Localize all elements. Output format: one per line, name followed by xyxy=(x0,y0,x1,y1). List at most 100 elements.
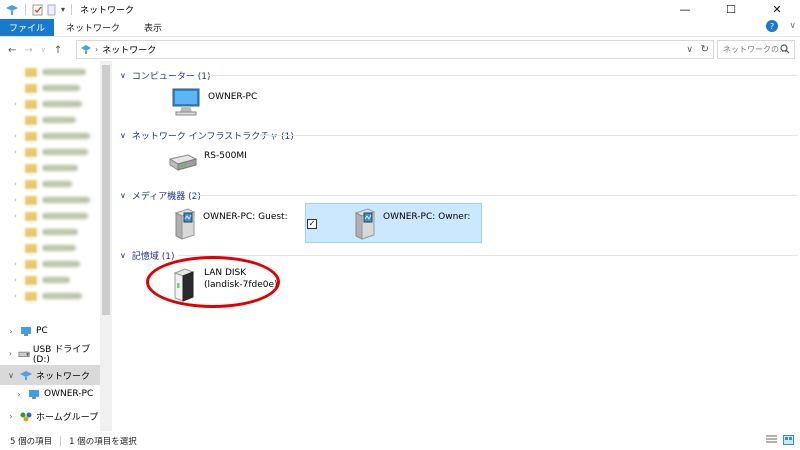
group-divider xyxy=(260,135,798,136)
media-server-icon xyxy=(174,208,196,240)
expand-icon[interactable]: › xyxy=(14,390,24,399)
item-label: OWNER-PC: Guest: xyxy=(203,212,288,222)
toolbar-divider xyxy=(71,4,73,15)
tree-item-owner-pc[interactable]: › OWNER-PC xyxy=(0,384,100,404)
item-router-rs-500mi[interactable]: RS-500MI xyxy=(166,147,247,175)
tab-view[interactable]: 表示 xyxy=(132,19,174,36)
forward-icon[interactable]: → xyxy=(24,45,32,56)
expand-icon[interactable]: › xyxy=(6,412,16,421)
item-label: OWNER-PC xyxy=(208,92,258,102)
blurred-folder-item[interactable]: › xyxy=(14,179,72,189)
group-header-media-devices[interactable]: ∨ メディア機器 (2) xyxy=(120,189,798,202)
ribbon-tabs: ファイル ネットワーク 表示 ? ∨ xyxy=(0,19,800,37)
search-icon[interactable] xyxy=(780,44,790,54)
tree-label: OWNER-PC xyxy=(44,389,94,399)
group-divider xyxy=(178,255,798,256)
breadcrumb-separator-icon[interactable]: › xyxy=(95,45,98,54)
router-icon xyxy=(168,154,198,171)
tree-label: ネットワーク xyxy=(36,371,91,382)
toolbar-divider xyxy=(25,4,26,15)
item-media-owner-pc-guest[interactable]: OWNER-PC: Guest: xyxy=(170,207,288,241)
blurred-folder-item[interactable] xyxy=(14,67,86,77)
back-icon[interactable]: ← xyxy=(8,45,16,56)
collapse-icon[interactable]: ∨ xyxy=(120,131,126,140)
blurred-folder-item[interactable]: › xyxy=(14,259,80,269)
group-label: メディア機器 (2) xyxy=(131,192,201,202)
item-label: OWNER-PC: Owner: xyxy=(383,212,471,222)
item-label: RS-500MI xyxy=(204,151,247,161)
details-view-icon[interactable] xyxy=(766,435,777,445)
collapse-icon[interactable]: ∨ xyxy=(120,191,126,200)
tree-item-network[interactable]: ∨ ネットワーク xyxy=(0,365,100,385)
selected-count: 1 個の項目を選択 xyxy=(69,436,137,447)
group-divider xyxy=(192,195,798,196)
item-media-owner-pc-owner-content[interactable]: OWNER-PC: Owner: xyxy=(350,207,470,241)
close-button[interactable]: ✕ xyxy=(754,0,800,19)
window-controls: — ☐ ✕ xyxy=(662,0,800,19)
quick-access-toolbar: ▾ xyxy=(0,4,74,16)
homegroup-icon xyxy=(20,412,32,421)
collapse-icon[interactable]: ∨ xyxy=(6,371,16,380)
refresh-icon[interactable]: ↻ xyxy=(701,44,709,55)
address-bar[interactable]: › ネットワーク ∨ ↻ xyxy=(76,40,714,59)
tree-item-homegroup[interactable]: › ホームグループ xyxy=(0,406,100,426)
tab-file[interactable]: ファイル xyxy=(0,19,55,36)
navigation-scrollbar-thumb[interactable] xyxy=(102,65,110,315)
computer-icon xyxy=(172,88,200,116)
blurred-folder-item[interactable]: › xyxy=(14,147,88,157)
tree-label: PC xyxy=(36,326,48,336)
usb-drive-icon xyxy=(18,351,30,357)
blurred-folder-item[interactable]: › xyxy=(14,195,90,205)
new-folder-icon[interactable] xyxy=(47,4,57,16)
collapse-icon[interactable]: ∨ xyxy=(120,251,126,260)
help-icon[interactable]: ? xyxy=(766,20,778,32)
pc-icon xyxy=(21,326,31,336)
computer-icon xyxy=(29,389,39,399)
properties-icon[interactable] xyxy=(32,4,43,16)
network-app-icon xyxy=(6,4,18,15)
quick-access-dropdown-icon[interactable]: ▾ xyxy=(61,5,65,14)
maximize-button[interactable]: ☐ xyxy=(708,0,754,19)
status-divider xyxy=(60,435,62,446)
address-dropdown-icon[interactable]: ∨ xyxy=(686,45,693,55)
blurred-folder-item[interactable] xyxy=(14,227,78,237)
blurred-folder-item[interactable]: › xyxy=(14,291,82,301)
tab-network[interactable]: ネットワーク xyxy=(54,19,132,36)
search-input[interactable]: ネットワークの... xyxy=(717,40,795,59)
minimize-button[interactable]: — xyxy=(662,0,708,19)
item-owner-pc[interactable]: OWNER-PC xyxy=(170,87,257,117)
blurred-folder-item[interactable]: › xyxy=(14,99,82,109)
blurred-folder-item[interactable] xyxy=(14,115,76,125)
group-label: 記憶域 (1) xyxy=(131,252,175,262)
ribbon-expand-icon[interactable]: ∨ xyxy=(789,21,796,31)
view-switcher xyxy=(766,435,794,445)
content-pane: ∨ コンピューター (1) OWNER-PC ∨ ネットワーク インフラストラク… xyxy=(112,61,800,431)
nav-buttons: ← → ∨ ↑ xyxy=(0,45,76,56)
item-select-checkbox[interactable]: ✓ xyxy=(307,219,317,229)
group-header-storage[interactable]: ∨ 記憶域 (1) xyxy=(120,249,798,262)
recent-dropdown-icon[interactable]: ∨ xyxy=(41,46,46,54)
blurred-folder-item[interactable]: › xyxy=(14,131,90,141)
tree-label: ホームグループ xyxy=(36,412,99,423)
title-bar: ▾ ネットワーク — ☐ ✕ xyxy=(0,0,800,19)
group-header-network-infrastructure[interactable]: ∨ ネットワーク インフラストラクチャ (1) xyxy=(120,129,798,142)
expand-icon[interactable]: › xyxy=(6,327,16,336)
group-header-computer[interactable]: ∨ コンピューター (1) xyxy=(120,69,798,82)
large-icons-view-icon[interactable] xyxy=(783,435,794,445)
blurred-folder-item[interactable] xyxy=(14,163,78,173)
blurred-folder-item[interactable]: › xyxy=(14,211,88,221)
tree-label: USB ドライブ (D:) xyxy=(32,344,91,365)
navigation-bar: ← → ∨ ↑ › ネットワーク ∨ ↻ ネットワークの... xyxy=(0,39,800,61)
up-icon[interactable]: ↑ xyxy=(54,45,62,56)
tree-item-pc[interactable]: › PC xyxy=(0,321,100,341)
expand-icon[interactable]: › xyxy=(6,349,15,358)
blurred-folder-item[interactable]: › xyxy=(14,275,70,285)
group-label: コンピューター (1) xyxy=(131,72,211,82)
blurred-folder-item[interactable] xyxy=(14,83,80,93)
tree-item-usb-drive[interactable]: › USB ドライブ (D:) xyxy=(0,343,100,365)
item-count: 5 個の項目 xyxy=(10,436,53,447)
collapse-icon[interactable]: ∨ xyxy=(120,71,126,80)
breadcrumb-network[interactable]: ネットワーク xyxy=(102,43,156,56)
blurred-folder-item[interactable] xyxy=(14,243,76,253)
navigation-pane: › › › › › › › › › › PC › USB ドライブ (D:) ∨… xyxy=(0,61,112,431)
